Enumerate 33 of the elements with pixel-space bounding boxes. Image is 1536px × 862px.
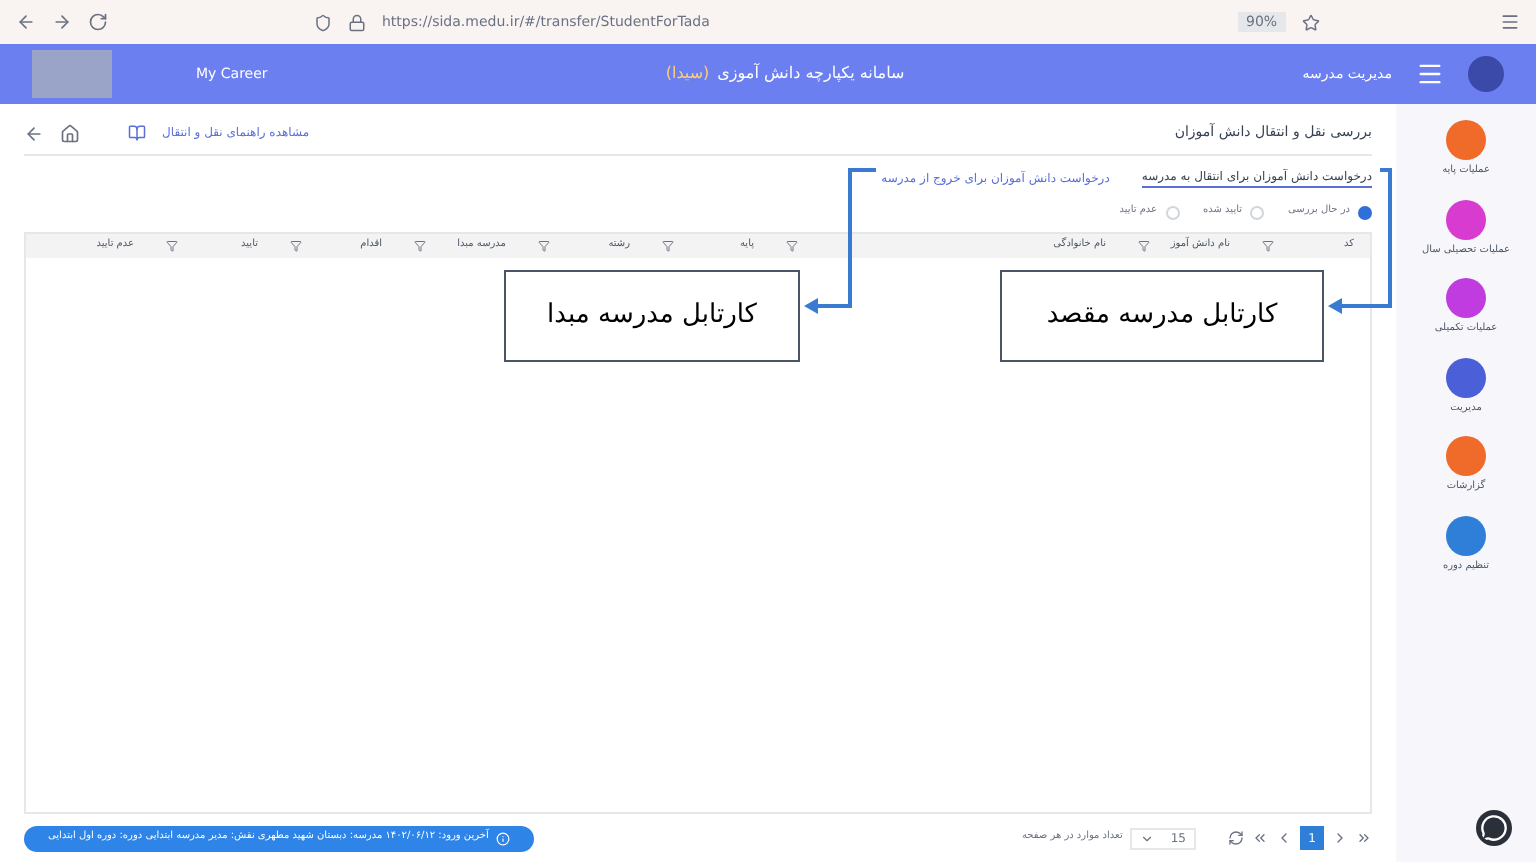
book-icon [128,124,146,142]
filter-icon[interactable] [166,240,178,252]
menu-icon[interactable] [1500,12,1520,32]
menu-icon[interactable] [1416,60,1444,88]
filter-icon[interactable] [1138,240,1150,252]
filter-icon[interactable] [1262,240,1274,252]
back-icon[interactable] [16,12,36,32]
callout-box: کارتابل مدرسه مبدا [504,270,800,362]
first-page-icon[interactable] [1356,830,1372,846]
caret-icon [1140,831,1155,845]
filter-icon[interactable] [414,240,426,252]
home-icon[interactable] [60,123,80,143]
app-title: سامانه یکپارچه دانش آموزی [717,62,905,86]
previous-page-icon[interactable] [1332,830,1348,846]
shield-icon [314,13,332,31]
emblem-icon [1468,56,1504,92]
next-page-icon[interactable] [1276,830,1292,846]
refresh-icon[interactable] [1228,830,1244,846]
filter-icon[interactable] [786,240,798,252]
forward-icon[interactable] [52,12,72,32]
lock-icon [348,13,366,31]
bookmark-icon[interactable] [1301,13,1320,31]
reload-icon[interactable] [88,12,108,32]
filter-icon[interactable] [290,240,302,252]
info-icon [496,831,511,845]
callout-box: کارتابل مدرسه مقصد [1000,270,1324,362]
filter-icon[interactable] [662,240,674,252]
last-page-icon[interactable] [1252,830,1268,846]
filter-icon[interactable] [538,240,550,252]
radio-button[interactable] [1358,205,1372,219]
app-subtitle: (سیدا) [665,62,710,86]
photo-placeholder [32,50,112,98]
back-icon[interactable] [24,123,44,143]
